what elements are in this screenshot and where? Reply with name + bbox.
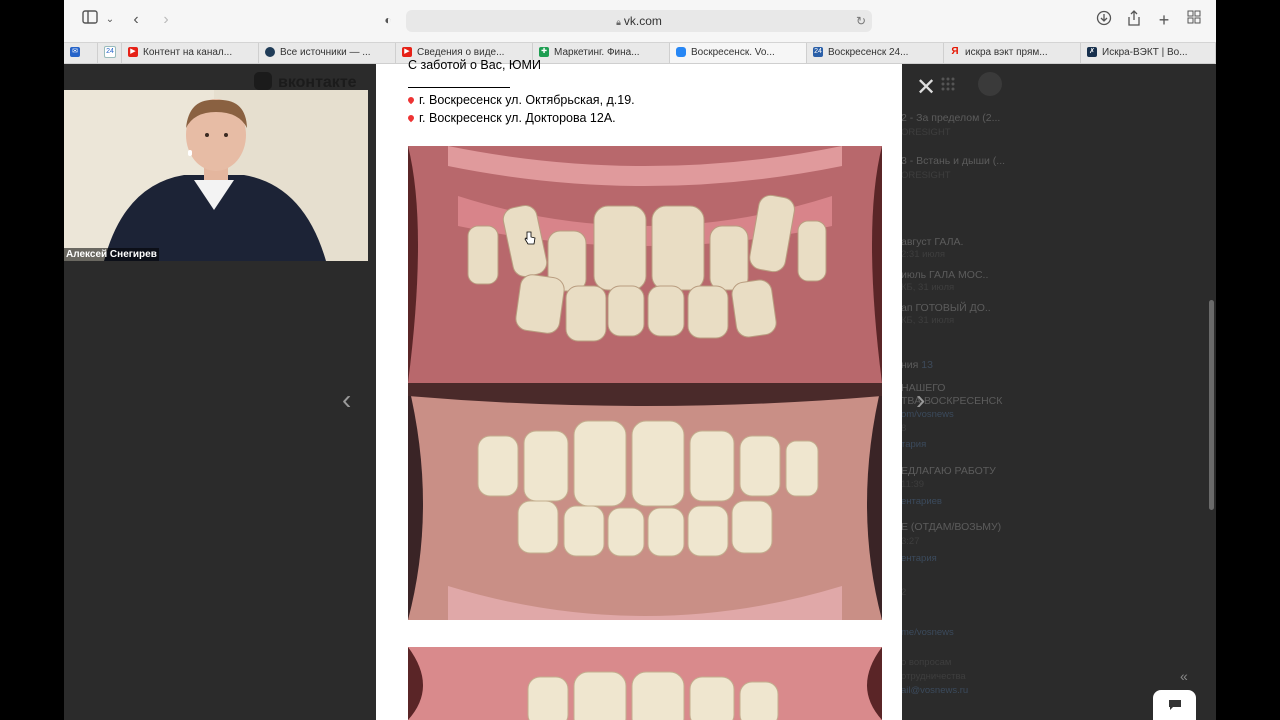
person-image (64, 90, 368, 261)
page-scrollbar[interactable] (1209, 300, 1214, 510)
tab-0[interactable]: ▶ Контент на канал... (122, 43, 259, 63)
discussion-comments[interactable]: ентариев (901, 496, 942, 507)
reload-icon[interactable]: ↻ (856, 10, 866, 32)
doc-title[interactable]: июль ГАЛА МОС.. (901, 269, 988, 281)
doc-title[interactable]: август ГАЛА. (901, 236, 963, 248)
address-line: г. Воскресенск ул. Октябрьская, д.19. (406, 93, 635, 107)
chat-icon (1169, 700, 1181, 710)
tab-3[interactable]: ✚ Маркетинг. Фина... (533, 43, 670, 63)
tab-4[interactable]: Воскресенск. Vo... (670, 43, 807, 63)
divider (408, 87, 510, 88)
youtube-icon: ▶ (402, 47, 412, 58)
sidebar-toggle-icon[interactable] (80, 10, 100, 30)
footer-text: отрудничества (901, 671, 966, 682)
tab-7[interactable]: ✗ Искра-ВЭКТ | Во... (1081, 43, 1216, 63)
discussion-link[interactable]: om/vosnews (901, 409, 954, 420)
audio-artist: ORESIGHT (901, 170, 951, 181)
post-photo[interactable] (408, 647, 882, 720)
tab-label: Все источники — ... (280, 47, 371, 58)
webcam-video (64, 90, 368, 261)
download-icon[interactable] (1094, 10, 1114, 30)
lock-icon: 🔒︎ (616, 17, 621, 27)
yandex-icon: Я (951, 46, 959, 58)
discussion-comments[interactable]: тария (901, 439, 926, 450)
doc-meta: КБ, 31 июля (901, 315, 955, 326)
discussion-meta: 11:39 (901, 479, 925, 490)
vk-logo-text: вконтакте (278, 74, 357, 91)
tab-1[interactable]: Все источники — ... (259, 43, 396, 63)
hand-cursor-icon (524, 231, 536, 250)
discussion-comments[interactable]: ентария (901, 553, 937, 564)
avatar[interactable] (978, 72, 1002, 96)
participant-name: Алексей Снегирев (64, 248, 159, 261)
footer-link[interactable]: me/vosnews (901, 627, 954, 638)
doc-meta: 2:31 июля (901, 249, 946, 260)
discussion-title[interactable]: Е (ОТДАМ/ВОЗЬМУ) (901, 521, 1001, 533)
audio-artist: ORESIGHT (901, 127, 951, 138)
chevron-down-icon[interactable]: ⌄ (100, 10, 120, 30)
chevron-right-icon[interactable]: › (916, 384, 925, 416)
vk-icon (676, 47, 686, 58)
forward-icon[interactable]: › (156, 10, 176, 30)
tab-bar: ✉ 24 ▶ Контент на канал... Все источники … (64, 42, 1216, 64)
pin-icon (406, 113, 416, 123)
address-text: г. Воскресенск ул. Октябрьская, д.19. (419, 93, 635, 107)
back-icon[interactable]: ‹ (126, 10, 146, 30)
iskra-icon: ✗ (1087, 47, 1097, 58)
vk-logo[interactable]: вконтакте (254, 72, 357, 92)
tab-overview-icon[interactable] (1184, 10, 1204, 30)
new-tab-icon[interactable]: + (1154, 10, 1174, 30)
address-line: г. Воскресенск ул. Докторова 12А. (406, 111, 616, 125)
pin-icon (406, 95, 416, 105)
discussion-meta: 3:27 (901, 536, 920, 547)
apps-grid-icon[interactable] (940, 76, 960, 96)
mail-icon: ✉ (70, 47, 80, 58)
share-icon[interactable] (1124, 10, 1144, 30)
calendar-icon: 24 (104, 46, 116, 59)
address-text: г. Воскресенск ул. Докторова 12А. (419, 111, 616, 125)
section-label: ния 13 (901, 359, 933, 371)
doc-title[interactable]: ап ГОТОВЫЙ ДО.. (901, 302, 991, 314)
teeth-before-after-image (408, 146, 882, 620)
teeth-image (408, 647, 882, 720)
24-icon: 24 (813, 47, 823, 58)
tab-label: Контент на канал... (143, 47, 233, 58)
discussion-title[interactable]: ЕДЛАГАЮ РАБОТУ (901, 465, 996, 477)
dot-icon (265, 47, 275, 58)
youtube-icon: ▶ (128, 47, 138, 58)
sheets-icon: ✚ (539, 47, 549, 58)
close-icon[interactable]: ✕ (914, 76, 938, 101)
tab-6[interactable]: Яискра вэкт прям... (944, 43, 1081, 63)
tab-label: Воскресенск. Vo... (691, 47, 775, 58)
shield-icon[interactable]: ◐ (378, 10, 398, 30)
tab-label: искра вэкт прям... (965, 47, 1048, 58)
audio-title[interactable]: 3 - Встань и дыши (... (901, 155, 1005, 167)
footer-email[interactable]: ail@vosnews.ru (901, 685, 968, 696)
section-count: 13 (921, 359, 933, 371)
vk-logo-icon (254, 72, 272, 90)
chat-button[interactable] (1153, 690, 1196, 720)
doc-meta: КБ, 31 июля (901, 282, 955, 293)
post-signature: С заботой о Вас, ЮМИ (408, 58, 541, 72)
tab-label: Маркетинг. Фина... (554, 47, 640, 58)
tab-label: Искра-ВЭКТ | Во... (1102, 47, 1188, 58)
section-label-text: ния (901, 359, 919, 371)
tab-label: Воскресенск 24... (828, 47, 909, 58)
tab-5[interactable]: 24 Воскресенск 24... (807, 43, 944, 63)
address-bar[interactable]: 🔒︎ vk.com ↻ (406, 10, 872, 32)
collapse-icon[interactable]: « (1180, 668, 1188, 684)
pinned-tab-mail[interactable]: ✉ (64, 43, 98, 63)
footer-text: о вопросам (901, 657, 952, 668)
pinned-tab-calendar[interactable]: 24 (98, 43, 122, 63)
url-text: vk.com (623, 14, 662, 28)
tab-label: Сведения о виде... (417, 47, 505, 58)
post-photo[interactable] (408, 146, 882, 620)
chevron-left-icon[interactable]: ‹ (342, 384, 351, 416)
audio-title[interactable]: 2 - За пределом (2... (901, 112, 1000, 124)
